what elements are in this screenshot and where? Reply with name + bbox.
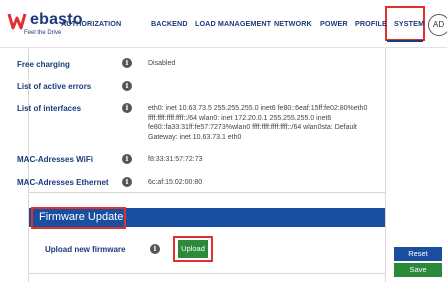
row-value-mac-wifi: f8:33:31:57:72:73 xyxy=(148,156,203,163)
row-value-free-charging: Disabled xyxy=(148,60,176,67)
save-button[interactable]: Save xyxy=(394,263,442,277)
nav-profile[interactable]: PROFILE xyxy=(355,19,387,28)
nav-power[interactable]: POWER xyxy=(320,19,348,28)
section-divider xyxy=(28,192,386,193)
info-icon[interactable]: i xyxy=(150,244,160,254)
info-icon[interactable]: i xyxy=(122,177,132,187)
upload-button[interactable]: Upload xyxy=(178,240,208,258)
info-icon[interactable]: i xyxy=(122,58,132,68)
info-icon[interactable]: i xyxy=(122,81,132,91)
brand-tagline: Feel the Drive xyxy=(24,30,62,36)
row-label-interfaces: List of interfaces xyxy=(17,104,82,113)
row-label-active-errors: List of active errors xyxy=(17,82,92,91)
row-value-interfaces: eth0: inet 10.63.73.5 255.255.255.0 inet… xyxy=(148,105,368,141)
row-value-mac-ethernet: 6c:af:15:02:00:80 xyxy=(148,179,203,186)
firmware-title-highlight xyxy=(31,207,126,229)
row-label-free-charging: Free charging xyxy=(17,60,70,69)
nav-load-management[interactable]: LOAD MANAGEMENT xyxy=(195,19,271,28)
user-avatar-icon[interactable]: AD xyxy=(428,14,447,36)
nav-backend[interactable]: BACKEND xyxy=(151,19,188,28)
row-label-mac-wifi: MAC-Adresses WiFi xyxy=(17,155,93,164)
bottom-divider xyxy=(28,273,386,274)
webasto-logo-icon xyxy=(7,13,27,30)
nav-authorization[interactable]: AUTHORIZATION xyxy=(61,19,121,28)
top-navigation-bar: ebasto Feel the Drive AD AUTHORIZATION BA… xyxy=(0,0,447,48)
nav-network[interactable]: NETWORK xyxy=(274,19,312,28)
upload-firmware-label: Upload new firmware xyxy=(45,245,126,254)
info-icon[interactable]: i xyxy=(122,103,132,113)
info-icon[interactable]: i xyxy=(122,154,132,164)
reset-button[interactable]: Reset xyxy=(394,247,442,261)
nav-system[interactable]: SYSTEM xyxy=(394,19,424,28)
active-tab-underline xyxy=(387,40,423,42)
row-label-mac-ethernet: MAC-Adresses Ethernet xyxy=(17,178,109,187)
